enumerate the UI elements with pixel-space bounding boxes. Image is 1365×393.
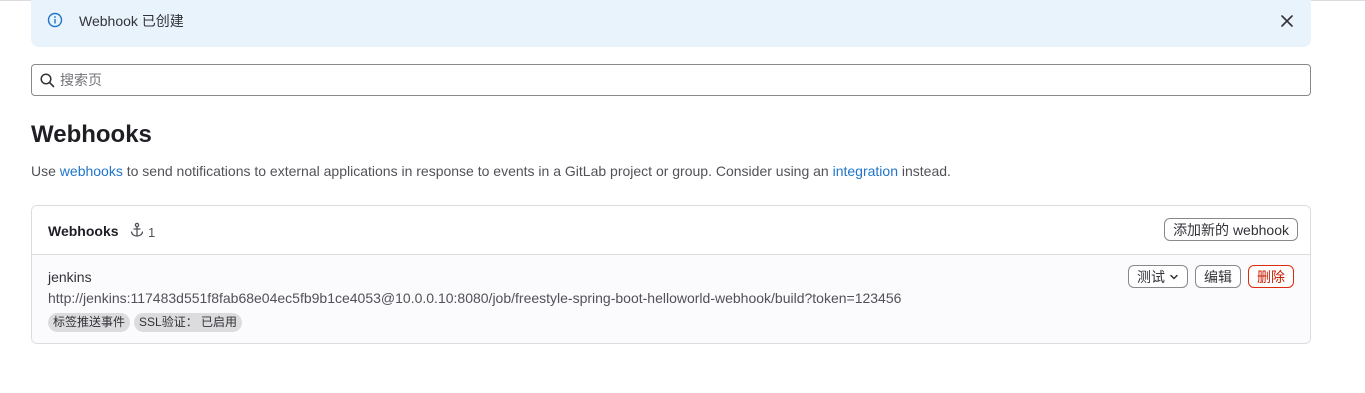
info-icon [47,12,63,28]
close-icon[interactable] [1277,11,1297,31]
webhook-icon [129,222,145,243]
webhook-count: 1 [129,222,155,243]
test-dropdown-button[interactable]: 测试 [1128,265,1188,288]
description-text: instead. [898,163,951,179]
webhook-url: http://jenkins:117483d551f8fab68e04ec5fb… [48,290,902,306]
description-text: Use [31,163,60,179]
test-label: 测试 [1137,268,1165,285]
webhook-list-item: jenkins http://jenkins:117483d551f8fab68… [32,255,1310,343]
description-text: to send notifications to external applic… [122,163,833,179]
search-icon [40,73,55,88]
webhooks-docs-link[interactable]: webhooks [60,163,123,179]
tag-push-badge: 标签推送事件 [48,313,131,332]
webhook-actions: 测试 编辑 删除 [1128,265,1294,288]
edit-button[interactable]: 编辑 [1195,265,1241,288]
card-header: Webhooks 1 添加新的 webhook [32,206,1310,255]
webhook-badges: 标签推送事件 SSL验证： 已启用 [48,313,243,332]
page-description: Use webhooks to send notifications to ex… [31,162,951,180]
alert-message: Webhook 已创建 [79,13,184,29]
integration-link[interactable]: integration [833,163,898,179]
search-input[interactable] [58,69,1298,91]
delete-button[interactable]: 删除 [1248,265,1294,288]
chevron-down-icon [1169,267,1179,287]
webhook-name: jenkins [48,269,92,285]
ssl-badge: SSL验证： 已启用 [134,313,243,332]
count-value: 1 [148,224,156,240]
add-webhook-button[interactable]: 添加新的 webhook [1164,218,1298,241]
page-title: Webhooks [31,121,152,148]
webhooks-card: Webhooks 1 添加新的 webhook jenkins http://j… [31,205,1311,344]
search-box [31,64,1311,96]
success-alert: Webhook 已创建 [31,0,1311,47]
card-title: Webhooks [48,223,119,239]
